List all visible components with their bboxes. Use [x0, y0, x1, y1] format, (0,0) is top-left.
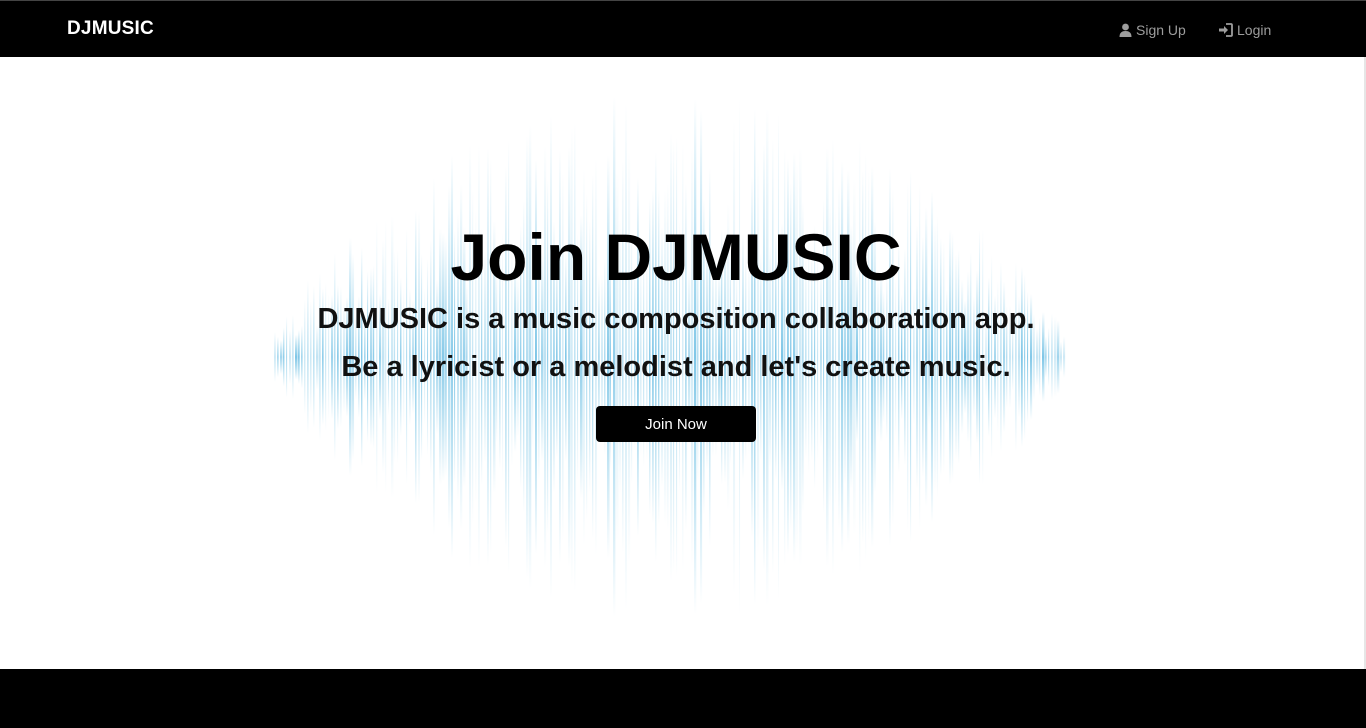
- hero-section: Join DJMUSIC DJMUSIC is a music composit…: [0, 57, 1366, 669]
- page: DJMUSIC Sign Up Login Join DJMUSIC DJMUS…: [0, 0, 1366, 728]
- brand-logo[interactable]: DJMUSIC: [67, 18, 154, 40]
- join-now-button[interactable]: Join Now: [596, 406, 756, 442]
- nav-signup-label: Sign Up: [1136, 22, 1186, 38]
- nav-signup-link[interactable]: Sign Up: [1119, 20, 1186, 40]
- hero-subtitle-line1: DJMUSIC is a music composition collabora…: [317, 303, 1035, 335]
- user-icon: [1119, 23, 1132, 37]
- footer: [0, 669, 1366, 728]
- nav-login-label: Login: [1237, 22, 1272, 38]
- hero-subtitle-line2: Be a lyricist or a melodist and let's cr…: [341, 351, 1011, 383]
- top-navbar: DJMUSIC Sign Up Login: [0, 0, 1366, 57]
- hero-title: Join DJMUSIC: [450, 220, 902, 294]
- login-icon: [1218, 23, 1233, 37]
- nav-login-link[interactable]: Login: [1218, 20, 1271, 40]
